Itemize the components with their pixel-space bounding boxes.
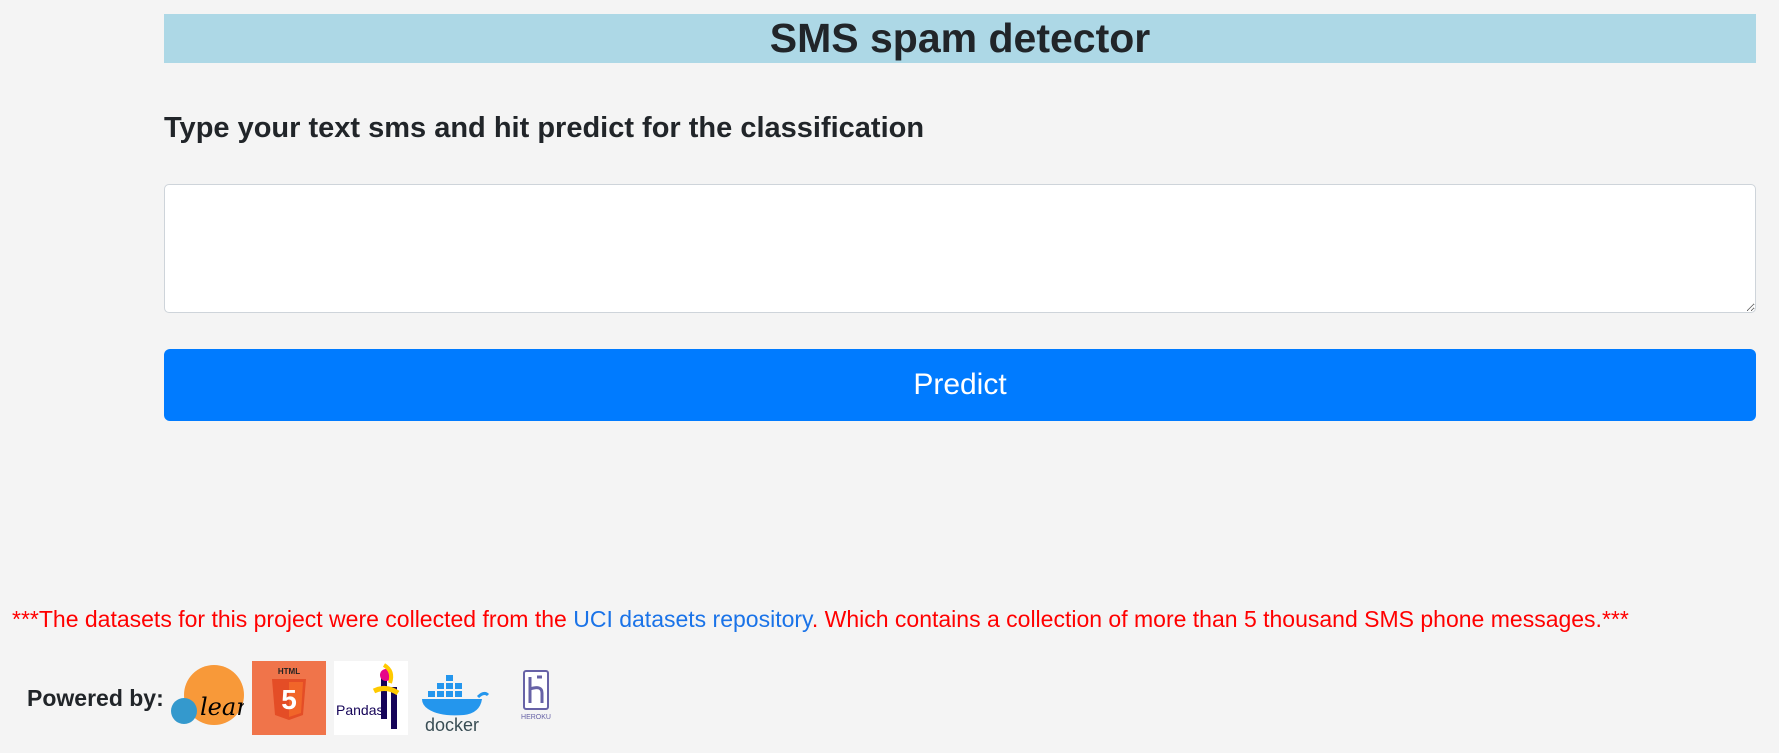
powered-by-label: Powered by:: [27, 684, 164, 711]
html5-logo-icon: HTML 5: [251, 661, 326, 735]
uci-repository-link[interactable]: UCI datasets repository: [573, 606, 812, 632]
page-title: SMS spam detector: [769, 15, 1151, 61]
dataset-note-prefix: ***The datasets for this project were co…: [12, 606, 574, 632]
page: SMS spam detector Type your text sms and…: [0, 0, 1779, 753]
title-bar: SMS spam detector: [164, 14, 1756, 63]
svg-text:learn: learn: [200, 693, 244, 721]
pandas-logo-icon: Pandas: [333, 661, 408, 735]
sms-input[interactable]: [164, 184, 1756, 313]
svg-text:5: 5: [281, 684, 297, 715]
svg-text:Pandas: Pandas: [336, 702, 383, 718]
docker-logo-icon: docker: [416, 661, 490, 735]
heroku-logo-icon: HEROKU: [498, 661, 572, 735]
dataset-note: ***The datasets for this project were co…: [12, 606, 1629, 633]
instruction-text: Type your text sms and hit predict for t…: [164, 112, 925, 144]
svg-text:HTML: HTML: [278, 667, 300, 676]
dataset-note-suffix: . Which contains a collection of more th…: [811, 606, 1629, 632]
predict-button[interactable]: Predict: [164, 349, 1756, 421]
svg-text:HEROKU: HEROKU: [521, 714, 551, 721]
powered-by: Powered by: learn HTML 5 Pandas: [27, 660, 580, 736]
scikit-learn-logo-icon: learn: [170, 661, 244, 735]
svg-text:docker: docker: [425, 715, 479, 735]
